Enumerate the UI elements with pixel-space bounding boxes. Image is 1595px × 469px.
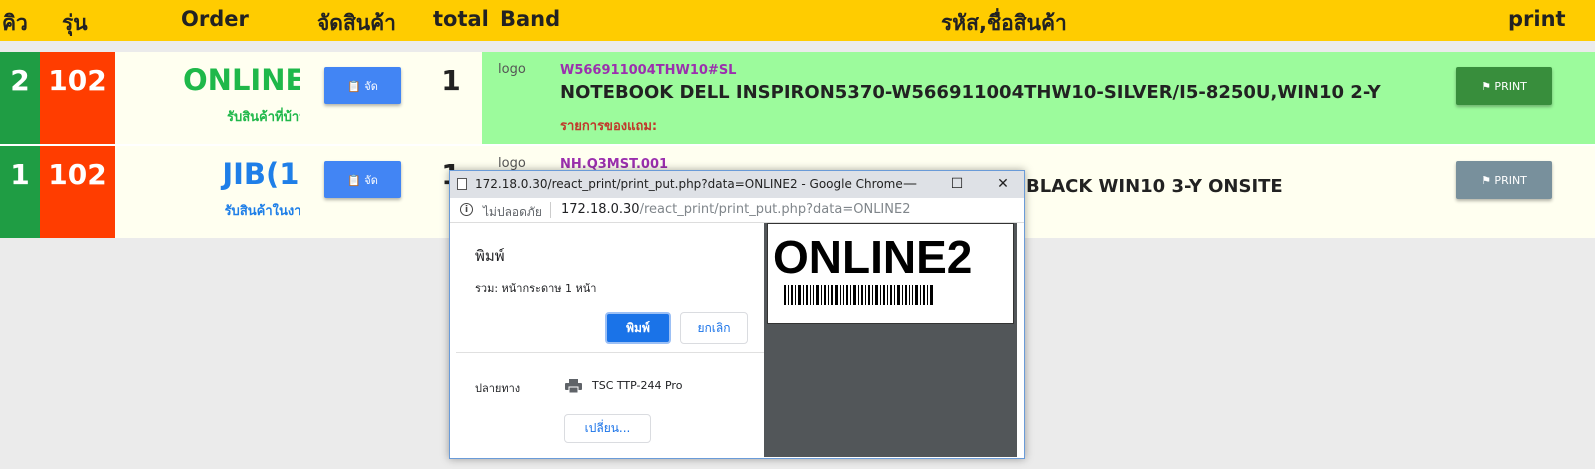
label-preview: ONLINE2: [767, 223, 1014, 324]
total-pages: รวม: หน้ากระดาษ 1 หน้า: [475, 282, 597, 295]
page: คิว รุ่น Order จัดสินค้า total Band รหัส…: [0, 0, 1595, 469]
item-name: BLACK WIN10 3-Y ONSITE: [1026, 176, 1283, 197]
preview-text: ONLINE2: [773, 231, 973, 283]
print-popup-window: 172.18.0.30/react_print/print_put.php?da…: [449, 170, 1025, 459]
print-confirm-button[interactable]: พิมพ์: [605, 312, 671, 344]
band-cell: logo: [482, 52, 550, 144]
page-icon: [457, 178, 467, 190]
address-bar[interactable]: i ไม่ปลอดภัย 172.18.0.30/react_print/pri…: [450, 198, 1024, 223]
total-cell: 1: [420, 52, 482, 144]
table-row: 2 102 ONLINE(2) รับสินค้าที่บ้าน 📋 จัด 1…: [0, 52, 1595, 144]
gift-label: รายการของแถม:: [560, 119, 658, 134]
url-host: 172.18.0.30: [561, 202, 640, 217]
maximize-icon[interactable]: ☐: [942, 173, 972, 195]
destination-label: ปลายทาง: [475, 382, 521, 395]
window-titlebar[interactable]: 172.18.0.30/react_print/print_put.php?da…: [450, 171, 1024, 198]
barcode-image: [784, 285, 933, 305]
minimize-icon[interactable]: —: [895, 173, 925, 195]
change-destination-button[interactable]: เปลี่ยน...: [564, 414, 651, 443]
header-model: รุ่น: [62, 11, 88, 35]
model-cell: 102: [40, 146, 115, 238]
header-total: total: [433, 7, 489, 31]
info-icon[interactable]: i: [460, 203, 473, 216]
cancel-button[interactable]: ยกเลิก: [680, 312, 748, 344]
model-cell: 102: [40, 52, 115, 144]
queue-cell: 2: [0, 52, 40, 144]
header-code-name: รหัส,ชื่อสินค้า: [941, 11, 1067, 35]
print-dialog: พิมพ์ รวม: หน้ากระดาษ 1 หน้า พิมพ์ ยกเลิ…: [456, 223, 764, 457]
print-preview-pane: ONLINE2: [764, 223, 1017, 457]
address-separator: [550, 202, 551, 218]
url-text[interactable]: 172.18.0.30/react_print/print_put.php?da…: [561, 202, 910, 217]
url-path: /react_print/print_put.php?data=ONLINE2: [639, 202, 911, 217]
brand-logo: logo: [498, 156, 526, 171]
item-code: W566911004THW10#SL: [560, 63, 737, 78]
print-button[interactable]: ⚑ PRINT: [1456, 67, 1552, 105]
item-name: NOTEBOOK DELL INSPIRON5370-W566911004THW…: [560, 82, 1381, 103]
not-secure-label: ไม่ปลอดภัย: [483, 205, 542, 219]
dialog-divider: [456, 352, 764, 353]
header-print: print: [1508, 7, 1566, 31]
pick-button[interactable]: 📋 จัด: [324, 161, 401, 198]
pick-cell: 📋 จัด: [300, 146, 420, 238]
window-title: 172.18.0.30/react_print/print_put.php?da…: [475, 177, 903, 191]
header-queue: คิว: [2, 11, 28, 35]
product-cell: W566911004THW10#SL NOTEBOOK DELL INSPIRO…: [550, 52, 1595, 144]
printer-name: TSC TTP-244 Pro: [592, 379, 683, 392]
print-button[interactable]: ⚑ PRINT: [1456, 161, 1552, 199]
pick-cell: 📋 จัด: [300, 52, 420, 144]
close-icon[interactable]: ✕: [988, 173, 1018, 195]
dialog-title: พิมพ์: [475, 247, 505, 265]
header-band: Band: [500, 7, 561, 31]
header-order: Order: [181, 7, 249, 31]
pick-button[interactable]: 📋 จัด: [324, 67, 401, 104]
table-header: คิว รุ่น Order จัดสินค้า total Band รหัส…: [0, 0, 1595, 41]
header-pick: จัดสินค้า: [317, 11, 396, 35]
brand-logo: logo: [498, 62, 526, 77]
printer-icon: [565, 379, 582, 393]
queue-cell: 1: [0, 146, 40, 238]
